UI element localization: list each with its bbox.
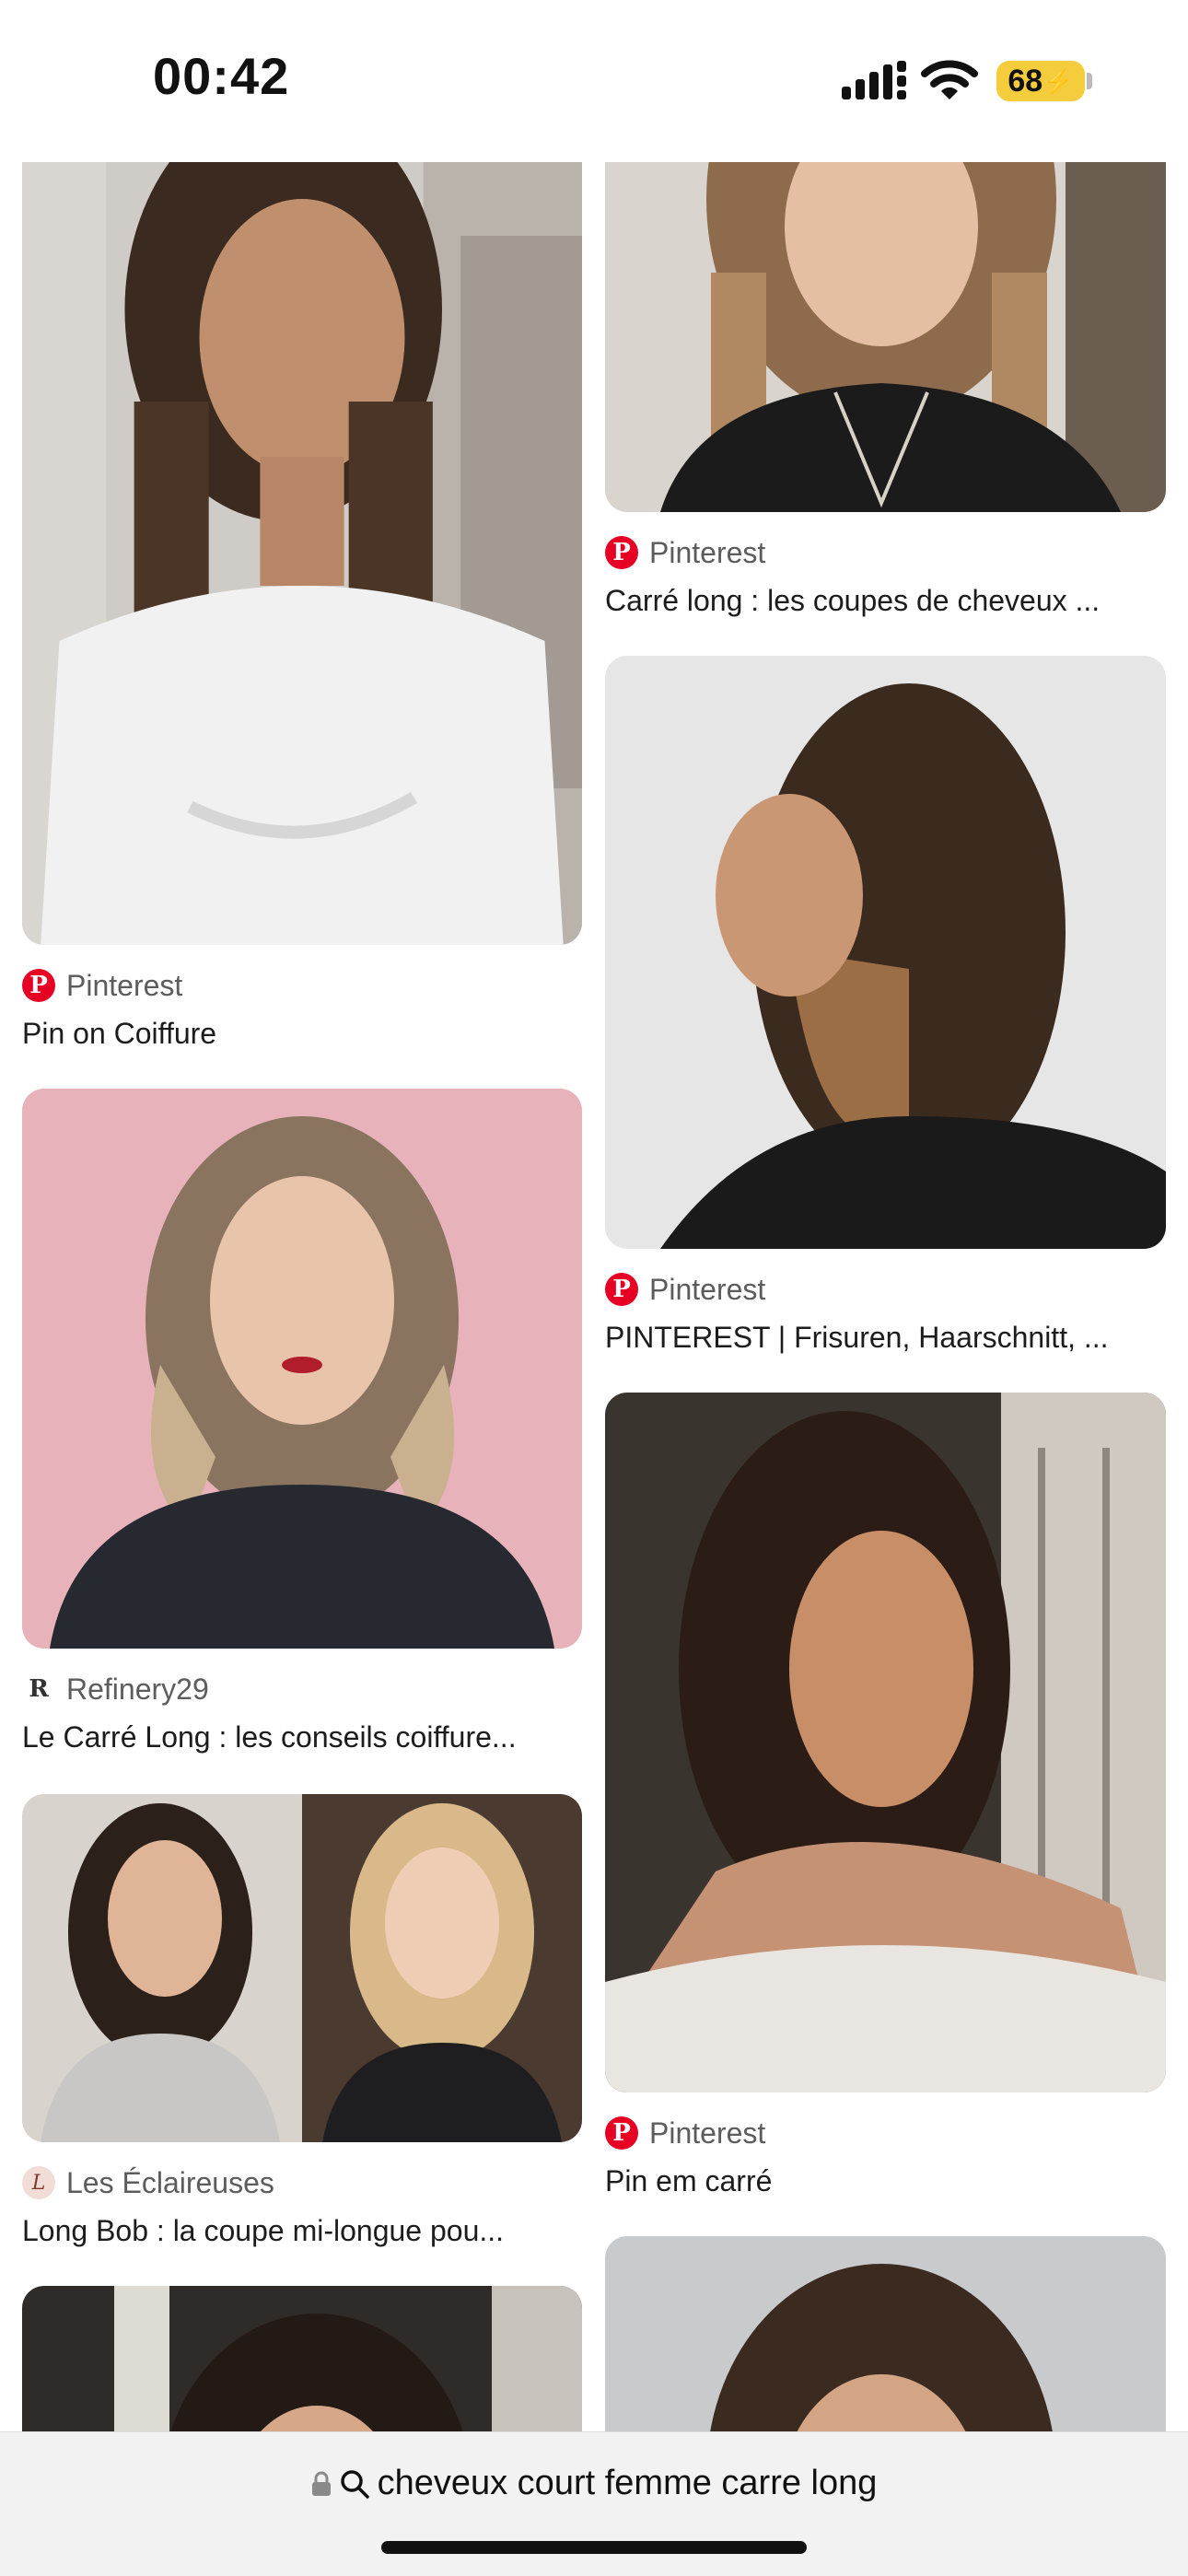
- result-card[interactable]: [605, 2236, 1166, 2431]
- home-indicator[interactable]: [381, 2541, 807, 2554]
- result-title[interactable]: Long Bob : la coupe mi-longue pou...: [22, 2210, 582, 2251]
- source-name: Refinery29: [66, 1672, 209, 1706]
- result-image[interactable]: [22, 2286, 582, 2431]
- result-image[interactable]: [605, 2236, 1166, 2431]
- battery-indicator: 68 ⚡: [996, 61, 1085, 101]
- wifi-icon: [921, 60, 978, 99]
- photo-woman-partial: [22, 2286, 582, 2431]
- photo-woman-pink-background: [22, 1089, 582, 1649]
- url-row[interactable]: cheveux court femme carre long: [0, 2464, 1188, 2503]
- pinterest-icon: P: [605, 2116, 638, 2150]
- source-name: Pinterest: [649, 535, 766, 569]
- lock-icon: [311, 2471, 331, 2496]
- image-results-feed[interactable]: P Pinterest Pin on Coiffure R Refinery29…: [0, 162, 1188, 2431]
- address-bar[interactable]: cheveux court femme carre long: [0, 2431, 1188, 2576]
- charging-bolt-icon: ⚡: [1043, 66, 1074, 95]
- clock: 00:42: [153, 47, 290, 105]
- photo-woman-off-shoulder: [605, 1393, 1166, 2092]
- result-card[interactable]: P Pinterest Pin on Coiffure: [22, 162, 582, 1054]
- search-icon: [340, 2469, 369, 2499]
- result-title[interactable]: PINTEREST | Frisuren, Haarschnitt, ...: [605, 1317, 1166, 1358]
- refinery29-icon: R: [29, 1675, 49, 1703]
- result-card[interactable]: P Pinterest Pin em carré: [605, 1393, 1166, 2201]
- result-image[interactable]: [605, 1393, 1166, 2092]
- source-name: Pinterest: [649, 2116, 766, 2150]
- photo-two-women-long-bob: [22, 1794, 582, 2142]
- source-name: Les Éclaireuses: [66, 2165, 274, 2199]
- status-bar: 00:42 68 ⚡: [0, 0, 1188, 157]
- result-image[interactable]: [605, 656, 1166, 1249]
- photo-woman-brown-bob: [22, 162, 582, 945]
- result-image[interactable]: [22, 1089, 582, 1649]
- result-title[interactable]: Pin em carré: [605, 2161, 1166, 2201]
- result-title[interactable]: Le Carré Long : les conseils coiffure...: [22, 1717, 582, 1757]
- photo-woman-partial: [605, 2236, 1166, 2431]
- result-image[interactable]: [22, 162, 582, 945]
- result-title[interactable]: Carré long : les coupes de cheveux ...: [605, 580, 1166, 621]
- cellular-signal-icon: [842, 61, 906, 99]
- battery-level: 68: [1007, 63, 1043, 99]
- source-name: Pinterest: [66, 968, 183, 1002]
- photo-woman-highlights-necklace: [605, 162, 1166, 512]
- les-eclaireuses-icon: L: [22, 2166, 55, 2199]
- pinterest-icon: P: [22, 969, 55, 1002]
- result-image[interactable]: [605, 162, 1166, 512]
- result-card[interactable]: R Refinery29 Le Carré Long : les conseil…: [22, 1089, 582, 1757]
- result-card[interactable]: P Pinterest PINTEREST | Frisuren, Haarsc…: [605, 656, 1166, 1358]
- battery-tip: [1087, 73, 1092, 89]
- result-card[interactable]: [22, 2286, 582, 2431]
- search-query-text[interactable]: cheveux court femme carre long: [378, 2464, 878, 2503]
- result-card[interactable]: L Les Éclaireuses Long Bob : la coupe mi…: [22, 1794, 582, 2251]
- result-title[interactable]: Pin on Coiffure: [22, 1013, 582, 1054]
- pinterest-icon: P: [605, 1273, 638, 1306]
- pinterest-icon: P: [605, 536, 638, 569]
- photo-woman-profile-bob: [605, 656, 1166, 1249]
- source-name: Pinterest: [649, 1272, 766, 1306]
- result-image[interactable]: [22, 1794, 582, 2142]
- result-card[interactable]: P Pinterest Carré long : les coupes de c…: [605, 162, 1166, 621]
